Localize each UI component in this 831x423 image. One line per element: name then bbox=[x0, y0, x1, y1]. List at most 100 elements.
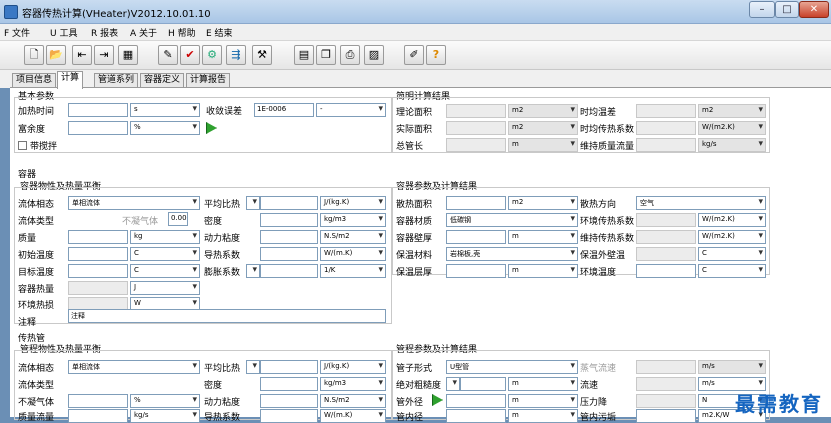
vessel-noncond-input[interactable]: 0.00 bbox=[168, 212, 188, 226]
env-temp-input[interactable] bbox=[636, 264, 696, 278]
menu-file[interactable]: F 文件 bbox=[4, 26, 30, 39]
table-icon[interactable]: ▦ bbox=[118, 45, 138, 65]
heat-area-unit[interactable]: m2 bbox=[508, 196, 578, 210]
vessel-cp-mode[interactable] bbox=[246, 196, 260, 210]
keep-flow-unit[interactable]: kg/s bbox=[698, 138, 766, 152]
heat-time-input[interactable] bbox=[68, 103, 128, 117]
tab-pipe-series[interactable]: 管道系列 bbox=[94, 73, 139, 88]
import-icon[interactable]: ⇤ bbox=[72, 45, 92, 65]
pipe-cond-input[interactable] bbox=[260, 409, 318, 423]
vessel-cp-input[interactable] bbox=[260, 196, 318, 210]
pipe-rough-input[interactable] bbox=[460, 377, 506, 391]
pipe-density-input[interactable] bbox=[260, 377, 318, 391]
stir-checkbox[interactable] bbox=[18, 141, 27, 150]
env-temp-unit[interactable]: C bbox=[698, 264, 766, 278]
pipe-id-input[interactable] bbox=[446, 409, 506, 423]
check-icon[interactable]: ✔ bbox=[180, 45, 200, 65]
target-temp-input[interactable] bbox=[68, 264, 128, 278]
tab-project-info[interactable]: 项目信息 bbox=[12, 73, 57, 88]
menu-about[interactable]: A 关于 bbox=[130, 26, 157, 39]
minimize-button[interactable]: – bbox=[749, 1, 775, 18]
pipe-icon[interactable]: ⚙ bbox=[202, 45, 222, 65]
keep-coef-unit[interactable]: W/(m2.K) bbox=[698, 230, 766, 244]
pipe-mass-flow-input[interactable] bbox=[68, 409, 128, 423]
maximize-button[interactable]: □ bbox=[775, 1, 799, 18]
converge-input[interactable]: 1E-0006 bbox=[254, 103, 314, 117]
total-len-unit[interactable]: m bbox=[508, 138, 578, 152]
vessel-density-unit[interactable]: kg/m3 bbox=[320, 213, 386, 227]
edit-icon[interactable]: ✎ bbox=[158, 45, 178, 65]
outer-temp-unit[interactable]: C bbox=[698, 247, 766, 261]
pipe-cp-input[interactable] bbox=[260, 360, 318, 374]
pipe-visc-input[interactable] bbox=[260, 394, 318, 408]
flow-icon[interactable]: ⇶ bbox=[226, 45, 246, 65]
steam-unit[interactable]: m/s bbox=[698, 360, 766, 374]
chart-icon[interactable]: ▨ bbox=[364, 45, 384, 65]
margin-unit-select[interactable]: % bbox=[130, 121, 200, 135]
vessel-cond-input[interactable] bbox=[260, 247, 318, 261]
heat-time-unit-select[interactable]: s bbox=[130, 103, 200, 117]
vessel-cond-unit[interactable]: W/(m.K) bbox=[320, 247, 386, 261]
new-file-icon[interactable]: 🗋 bbox=[24, 45, 44, 65]
print-icon[interactable]: ⎙ bbox=[340, 45, 360, 65]
vessel-expan-input[interactable] bbox=[260, 264, 318, 278]
vessel-phase-select[interactable]: 单相流体 bbox=[68, 196, 200, 210]
tab-calculation[interactable]: 计算 bbox=[57, 71, 84, 89]
vessel-cp-unit[interactable]: J/(kg.K) bbox=[320, 196, 386, 210]
insul-thk-unit[interactable]: m bbox=[508, 264, 578, 278]
dir-select[interactable]: 空气 bbox=[636, 196, 766, 210]
init-temp-input[interactable] bbox=[68, 247, 128, 261]
menu-report[interactable]: R 报表 bbox=[91, 26, 118, 39]
foul-input[interactable] bbox=[636, 409, 696, 423]
pipe-od-unit[interactable]: m bbox=[508, 394, 578, 408]
pipe-id-unit[interactable]: m bbox=[508, 409, 578, 423]
pipe-cp-mode[interactable] bbox=[246, 360, 260, 374]
note-input[interactable]: 注释 bbox=[68, 309, 386, 323]
tool-icon[interactable]: ⚒ bbox=[252, 45, 272, 65]
target-temp-unit[interactable]: C bbox=[130, 264, 200, 278]
insul-thk-input[interactable] bbox=[446, 264, 506, 278]
page-icon[interactable]: ▤ bbox=[294, 45, 314, 65]
theory-area-unit[interactable]: m2 bbox=[508, 104, 578, 118]
pipe-phase-select[interactable]: 单相流体 bbox=[68, 360, 200, 374]
menu-help[interactable]: H 帮助 bbox=[168, 26, 196, 39]
pen-icon[interactable]: ✐ bbox=[404, 45, 424, 65]
open-folder-icon[interactable]: 📂 bbox=[46, 45, 66, 65]
tab-report[interactable]: 计算报告 bbox=[186, 73, 231, 88]
actual-area-unit[interactable]: m2 bbox=[508, 121, 578, 135]
vessel-visc-input[interactable] bbox=[260, 230, 318, 244]
vessel-density-input[interactable] bbox=[260, 213, 318, 227]
export-icon[interactable]: ⇥ bbox=[94, 45, 114, 65]
vessel-expan-mode[interactable] bbox=[246, 264, 260, 278]
wall-unit[interactable]: m bbox=[508, 230, 578, 244]
pipe-rough-mode[interactable] bbox=[446, 377, 460, 391]
pipe-visc-unit[interactable]: N.S/m2 bbox=[320, 394, 386, 408]
pipe-form-select[interactable]: U型管 bbox=[446, 360, 578, 374]
margin-input[interactable] bbox=[68, 121, 128, 135]
pipe-cond-unit[interactable]: W/(m.K) bbox=[320, 409, 386, 423]
copy-pages-icon[interactable]: ❐ bbox=[316, 45, 336, 65]
mean-temp-unit[interactable]: m2 bbox=[698, 104, 766, 118]
vessel-expan-unit[interactable]: 1/K bbox=[320, 264, 386, 278]
vessel-mass-input[interactable] bbox=[68, 230, 128, 244]
help-icon[interactable]: ? bbox=[426, 45, 446, 65]
env-coef-unit[interactable]: W/(m2.K) bbox=[698, 213, 766, 227]
pipe-density-unit[interactable]: kg/m3 bbox=[320, 377, 386, 391]
pipe-noncond-unit[interactable]: % bbox=[130, 394, 200, 408]
tab-vessel-def[interactable]: 容器定义 bbox=[140, 73, 185, 88]
vessel-visc-unit[interactable]: N.S/m2 bbox=[320, 230, 386, 244]
vessel-mass-unit[interactable]: kg bbox=[130, 230, 200, 244]
wall-input[interactable] bbox=[446, 230, 506, 244]
converge-select[interactable]: - bbox=[316, 103, 386, 117]
vessel-heat-unit[interactable]: J bbox=[130, 281, 200, 295]
mean-coef-unit[interactable]: W/(m2.K) bbox=[698, 121, 766, 135]
menu-exit[interactable]: E 结束 bbox=[206, 26, 233, 39]
pipe-noncond-input[interactable] bbox=[68, 394, 128, 408]
menu-tools[interactable]: U 工具 bbox=[50, 26, 77, 39]
close-button[interactable]: ✕ bbox=[799, 1, 829, 18]
pipe-od-input[interactable] bbox=[446, 394, 506, 408]
pipe-cp-unit[interactable]: J/(kg.K) bbox=[320, 360, 386, 374]
pipe-rough-unit[interactable]: m bbox=[508, 377, 578, 391]
material-select[interactable]: 低碳钢 bbox=[446, 213, 578, 227]
init-temp-unit[interactable]: C bbox=[130, 247, 200, 261]
